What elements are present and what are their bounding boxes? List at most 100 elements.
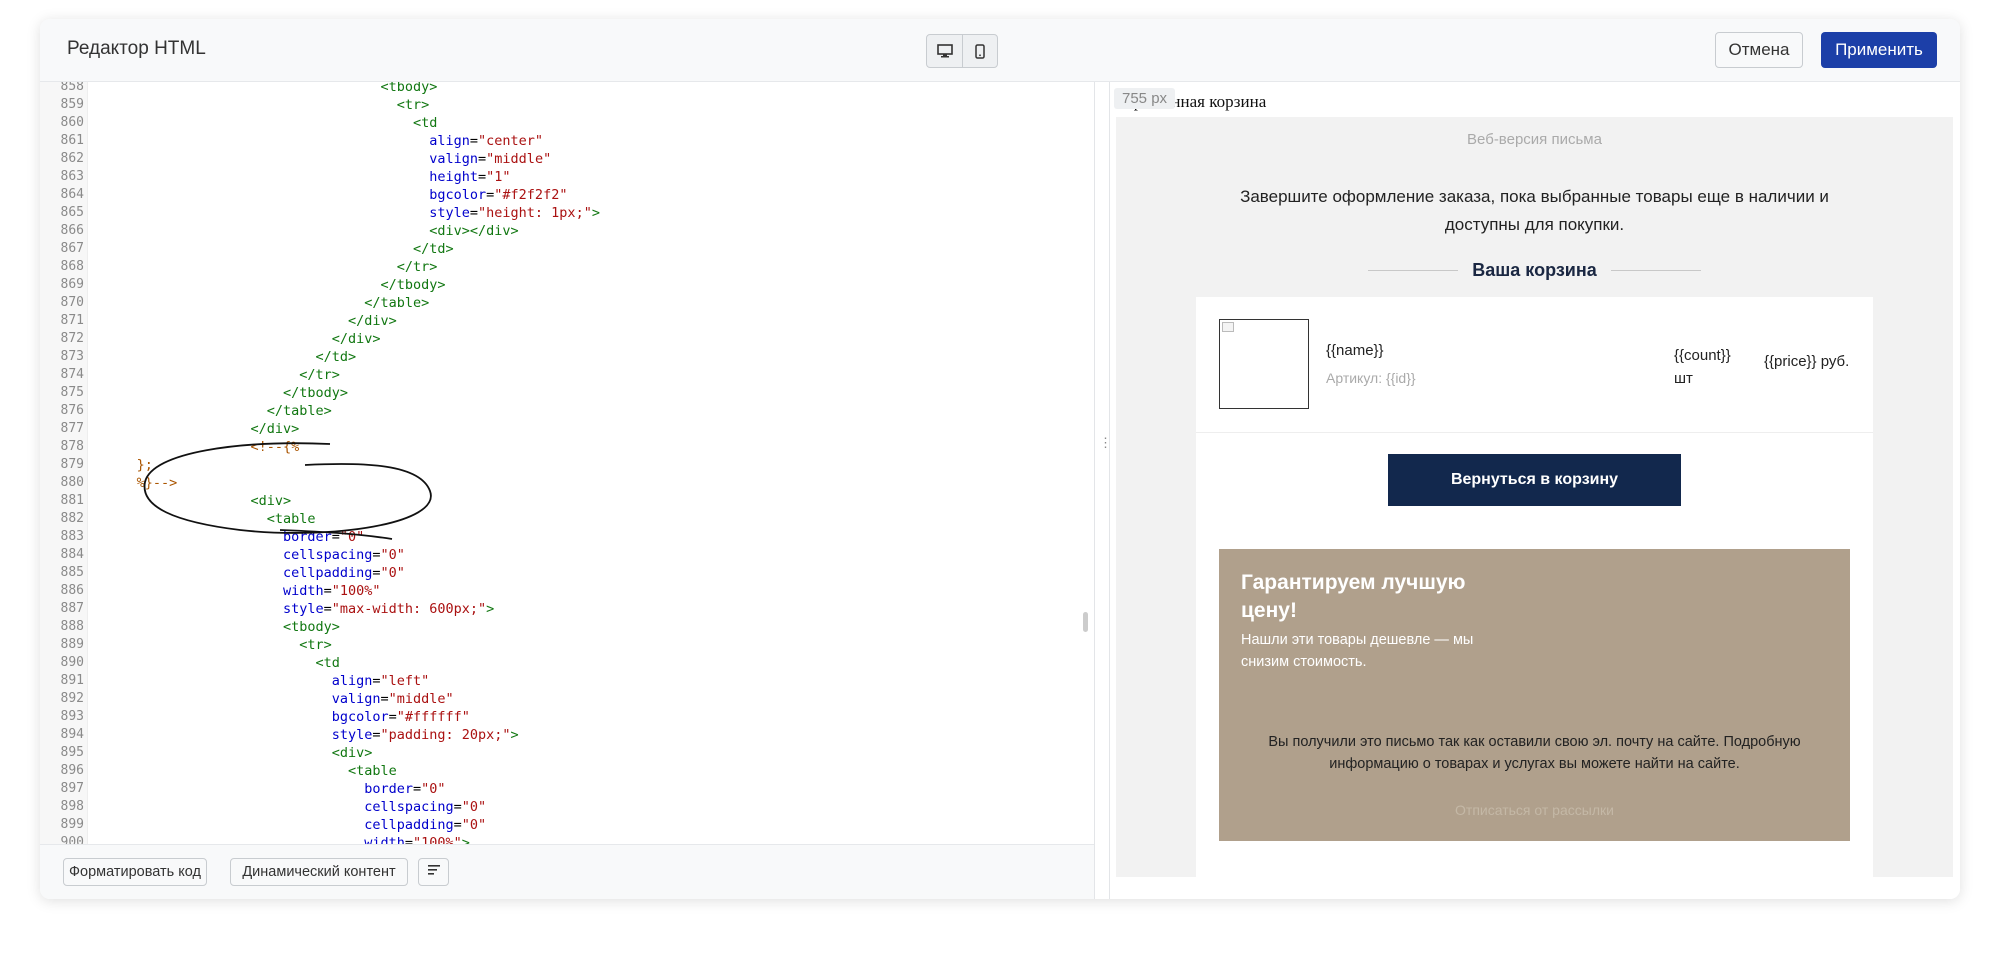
line-number: 888 [60,619,84,634]
code-line[interactable]: 861 align="center" [40,132,1094,150]
code-token: > [486,601,495,617]
code-token: valign [331,691,381,707]
code-line[interactable]: 874 </tr> [40,366,1094,384]
code-line[interactable]: 873 </td> [40,348,1094,366]
code-line[interactable]: 865 style="height: 1px;"> [40,204,1094,222]
code-token: "height: 1px;" [478,205,592,221]
code-line[interactable]: 871 </div> [40,312,1094,330]
code-text: <tbody> [96,618,340,636]
code-line[interactable]: 895 <div> [40,744,1094,762]
code-line[interactable]: 879 }; [40,456,1094,474]
html-editor-modal: Редактор HTML Отмена Применить 858 <tbod… [40,19,1960,899]
code-line[interactable]: 883 border="0" [40,528,1094,546]
code-token: <tbody> [380,82,438,95]
code-line[interactable]: 888 <tbody> [40,618,1094,636]
line-number: 900 [60,835,84,844]
code-line[interactable]: 872 </div> [40,330,1094,348]
code-line[interactable]: 876 </table> [40,402,1094,420]
code-line[interactable]: 892 valign="middle" [40,690,1094,708]
code-line[interactable]: 893 bgcolor="#ffffff" [40,708,1094,726]
code-token: "#f2f2f2" [494,187,568,203]
code-token: border [282,529,332,545]
code-token: = [453,817,462,833]
code-line[interactable]: 880 %}--> [40,474,1094,492]
code-line[interactable]: 889 <tr> [40,636,1094,654]
format-code-button[interactable]: Форматировать код [63,858,207,886]
line-number: 885 [60,565,84,580]
line-number: 879 [60,457,84,472]
code-token: > [591,205,600,221]
code-line[interactable]: 867 </td> [40,240,1094,258]
code-line[interactable]: 875 </tbody> [40,384,1094,402]
code-line[interactable]: 858 <tbody> [40,82,1094,96]
code-token: = [478,169,487,185]
code-line[interactable]: 894 style="padding: 20px;"> [40,726,1094,744]
code-line[interactable]: 897 border="0" [40,780,1094,798]
code-line[interactable]: 881 <div> [40,492,1094,510]
mobile-view-button[interactable] [962,35,997,67]
code-token: </div> [331,331,381,347]
code-line[interactable]: 900 width="100%"> [40,834,1094,844]
code-line[interactable]: 869 </tbody> [40,276,1094,294]
line-number: 878 [60,439,84,454]
code-line[interactable]: 877 </div> [40,420,1094,438]
apply-button[interactable]: Применить [1821,32,1937,68]
code-line[interactable]: 863 height="1" [40,168,1094,186]
code-text: </div> [96,312,397,330]
code-token: </div> [250,421,300,437]
code-editor[interactable]: 858 <tbody> 859 <tr> 860 <td 861 align="cen… [40,82,1094,844]
desktop-view-button[interactable] [927,35,962,67]
code-token: width [364,835,405,844]
cancel-button[interactable]: Отмена [1715,32,1803,68]
code-line[interactable]: 885 cellpadding="0" [40,564,1094,582]
code-token: </td> [412,241,454,257]
code-token: "middle" [388,691,454,707]
code-line[interactable]: 899 cellpadding="0" [40,816,1094,834]
code-token: cellpadding [364,817,454,833]
code-token: = [388,709,397,725]
code-line[interactable]: 878 <!--{% [40,438,1094,456]
line-number: 863 [60,169,84,184]
code-line[interactable]: 891 align="left" [40,672,1094,690]
web-version-link[interactable]: Веб-версия письма [1116,131,1953,148]
code-line[interactable]: 886 width="100%" [40,582,1094,600]
code-token: = [404,835,413,844]
pane-divider[interactable] [1094,82,1110,899]
code-token: %}--> [136,475,178,491]
code-token: <table [347,763,397,779]
code-line[interactable]: 890 <td [40,654,1094,672]
code-token: </tr> [299,367,340,383]
code-line[interactable]: 898 cellspacing="0" [40,798,1094,816]
code-token: <div> [250,493,292,509]
code-line[interactable]: 887 style="max-width: 600px;"> [40,600,1094,618]
back-to-cart-button[interactable]: Вернуться в корзину [1388,454,1681,506]
code-token: = [469,205,479,221]
code-line[interactable]: 896 <table [40,762,1094,780]
wrap-lines-button[interactable] [418,858,449,886]
code-line[interactable]: 866 <div></div> [40,222,1094,240]
vertical-scrollbar[interactable] [1083,612,1088,632]
code-token: = [413,781,422,797]
code-line[interactable]: 862 valign="middle" [40,150,1094,168]
code-line[interactable]: 882 <table [40,510,1094,528]
code-line[interactable]: 859 <tr> [40,96,1094,114]
code-line[interactable]: 860 <td [40,114,1094,132]
code-text: bgcolor="#f2f2f2" [96,186,567,204]
code-line[interactable]: 868 </tr> [40,258,1094,276]
code-line[interactable]: 884 cellspacing="0" [40,546,1094,564]
unsubscribe-link[interactable]: Отписаться от рассылки [1219,802,1850,818]
dynamic-content-button[interactable]: Динамический контент [230,858,408,886]
code-line[interactable]: 870 </table> [40,294,1094,312]
code-lines[interactable]: 858 <tbody> 859 <tr> 860 <td 861 align="cen… [40,82,1094,844]
code-text: </tr> [96,258,438,276]
code-line[interactable]: 864 bgcolor="#f2f2f2" [40,186,1094,204]
broken-image-icon [1222,322,1234,332]
